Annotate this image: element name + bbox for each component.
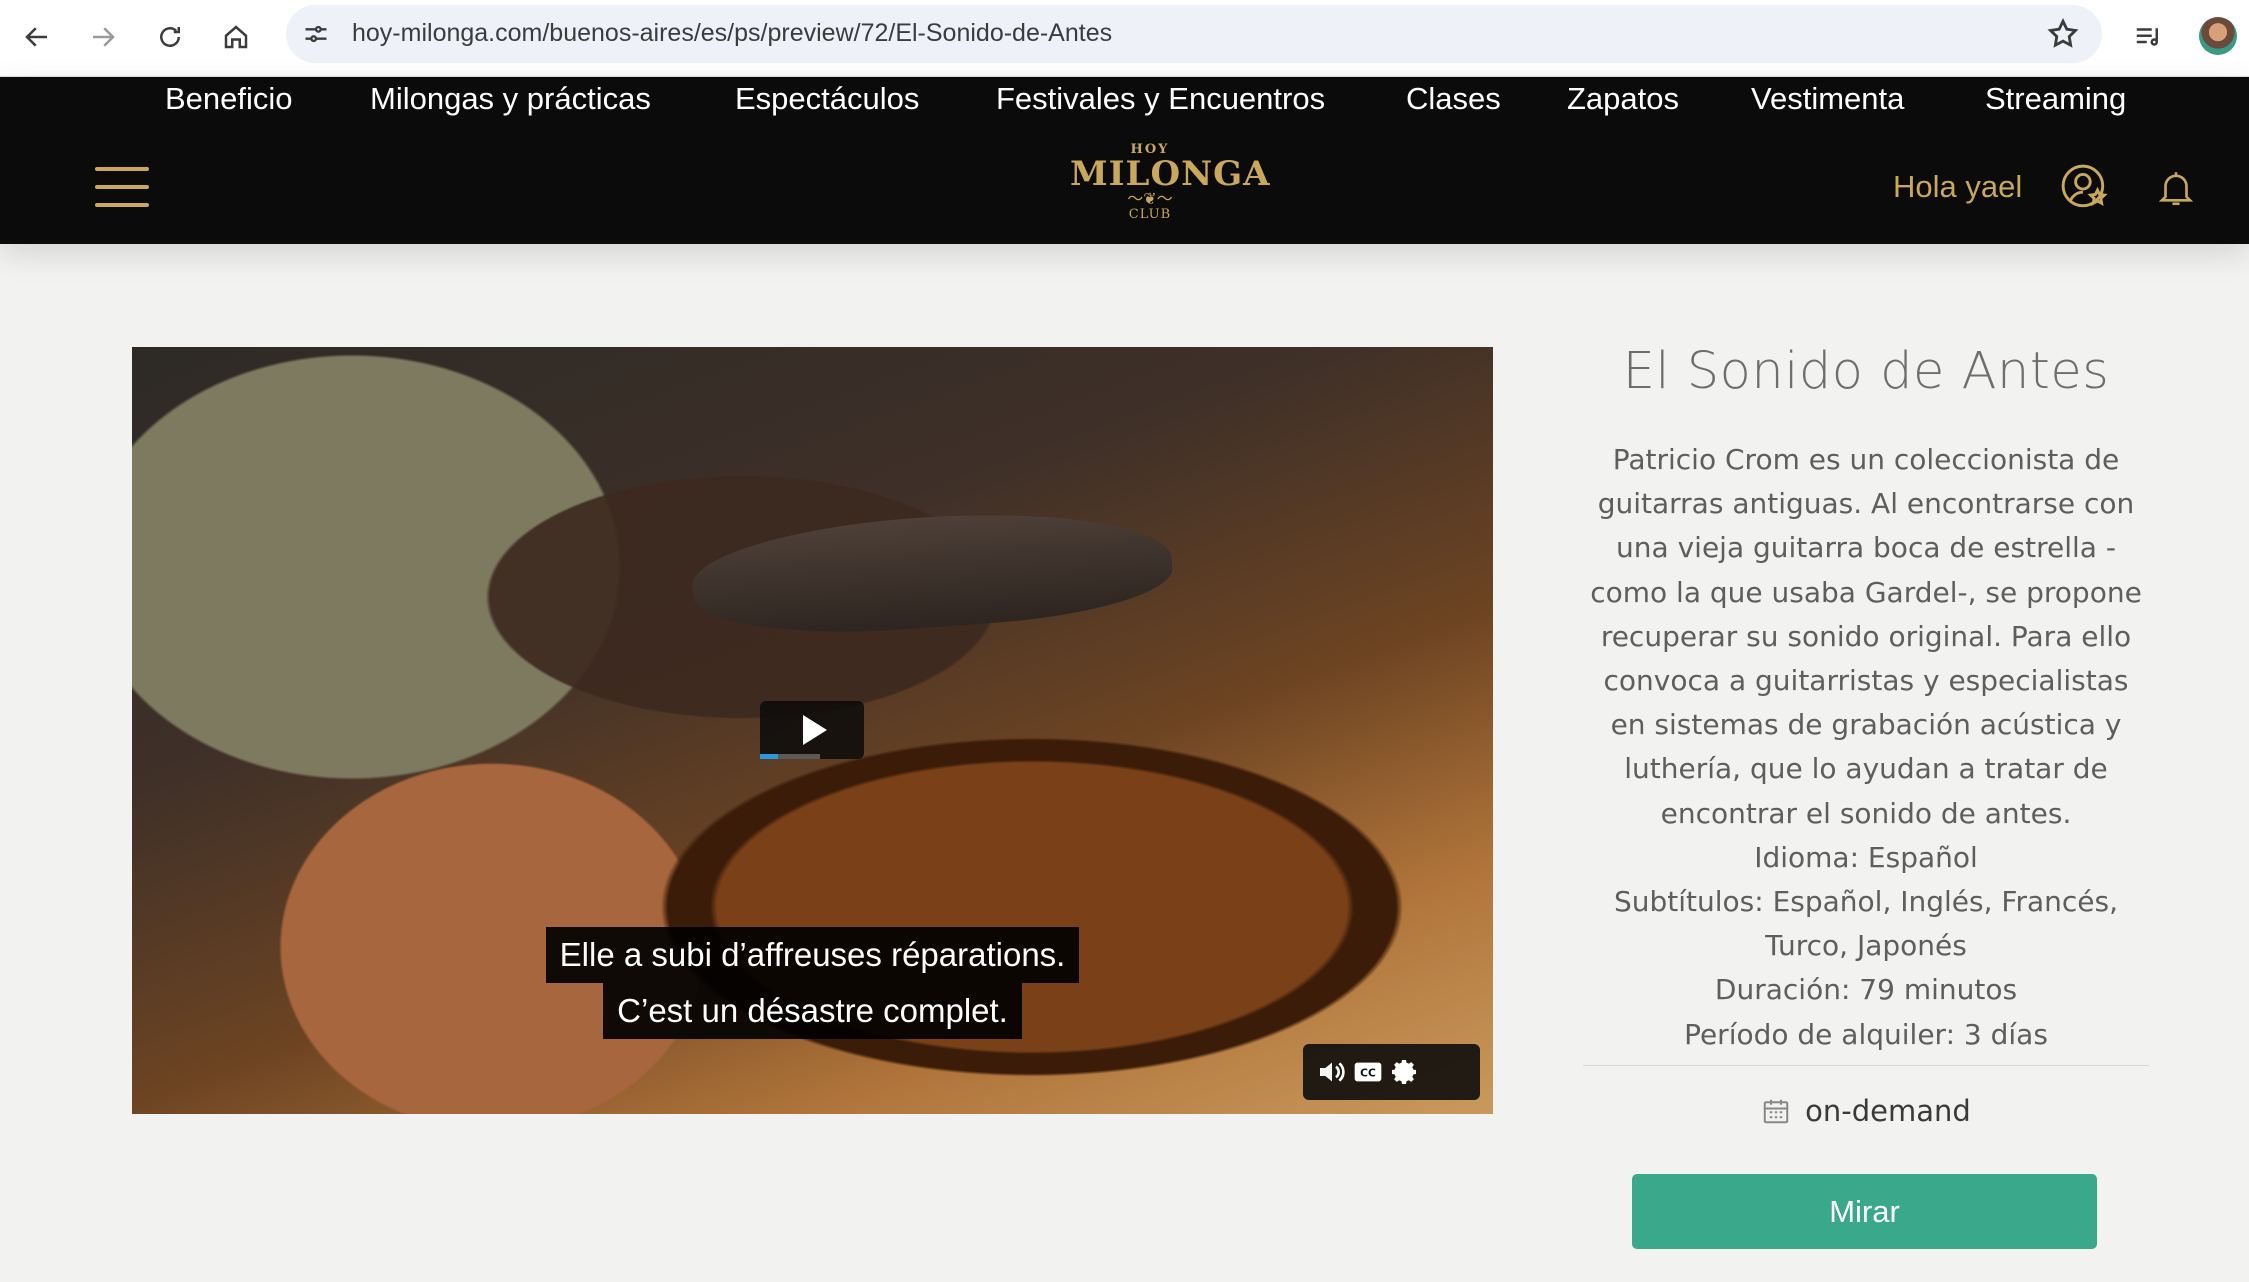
movie-rental-period: Período de alquiler: 3 días [1684, 1017, 2048, 1051]
forward-arrow-icon[interactable] [80, 14, 126, 60]
reload-icon[interactable] [147, 14, 193, 60]
video-progress-bar[interactable] [760, 754, 820, 759]
play-button[interactable] [760, 701, 864, 759]
availability-label: on-demand [1805, 1093, 1971, 1128]
bookmark-star-icon[interactable] [2046, 17, 2080, 51]
video-controls: CC [1303, 1044, 1480, 1100]
profile-avatar[interactable] [2199, 17, 2237, 55]
url-text: hoy-milonga.com/buenos-aires/es/ps/previ… [352, 19, 1113, 47]
divider [1583, 1064, 2149, 1066]
closed-captions-icon[interactable]: CC [1351, 1056, 1385, 1088]
site-logo[interactable]: HOY MILONGA 〜❦〜 CLUB [1070, 142, 1270, 238]
movie-title: El Sonido de Antes [1622, 342, 2110, 401]
volume-icon[interactable] [1315, 1056, 1349, 1088]
movie-description: Patricio Crom es un coleccionista de gui… [1590, 443, 2142, 830]
subtitle-line-1: Elle a subi d’affreuses réparations. [545, 927, 1080, 983]
site-header: Beneficio Milongas y prácticas Espectácu… [0, 77, 2249, 244]
address-bar[interactable]: hoy-milonga.com/buenos-aires/es/ps/previ… [286, 5, 2102, 63]
site-settings-icon[interactable] [300, 18, 332, 50]
subtitle-line-2: C’est un désastre complet. [603, 983, 1022, 1039]
movie-duration: Duración: 79 minutos [1714, 973, 2018, 1007]
movie-language: Idioma: Español [1754, 840, 1978, 874]
user-greeting: Hola yael [1893, 169, 2023, 204]
calendar-icon [1763, 1099, 1789, 1124]
play-icon [803, 715, 827, 745]
nav-streaming[interactable]: Streaming [1985, 81, 2126, 117]
back-arrow-icon[interactable] [14, 14, 60, 60]
nav-milongas[interactable]: Milongas y prácticas [370, 81, 651, 117]
settings-gear-icon[interactable] [1387, 1056, 1421, 1088]
main-nav: Beneficio Milongas y prácticas Espectácu… [0, 77, 2249, 137]
nav-festivales[interactable]: Festivales y Encuentros [996, 81, 1325, 117]
video-frame-guitar-top [688, 500, 1176, 644]
availability: on-demand [1583, 1094, 2149, 1128]
home-icon[interactable] [213, 14, 259, 60]
video-player[interactable]: Elle a subi d’affreuses réparations. C’e… [132, 347, 1493, 1114]
video-subtitles: Elle a subi d’affreuses réparations. C’e… [132, 927, 1493, 1039]
user-account-icon[interactable] [2060, 163, 2110, 213]
svg-text:CC: CC [1360, 1067, 1376, 1080]
nav-beneficio[interactable]: Beneficio [165, 81, 293, 117]
movie-info-panel: El Sonido de Antes Patricio Crom es un c… [1583, 340, 2149, 1249]
movie-details: Patricio Crom es un coleccionista de gui… [1583, 438, 2149, 1057]
nav-clases[interactable]: Clases [1406, 81, 1501, 117]
browser-toolbar: hoy-milonga.com/buenos-aires/es/ps/previ… [0, 0, 2249, 77]
notification-bell-icon[interactable] [2155, 167, 2197, 209]
movie-subtitles: Subtítulos: Español, Inglés, Francés, Tu… [1613, 885, 2119, 963]
hamburger-menu-icon[interactable] [95, 167, 149, 207]
nav-zapatos[interactable]: Zapatos [1567, 81, 1679, 117]
watch-button[interactable]: Mirar [1632, 1174, 2097, 1249]
video-progress-fill [760, 754, 778, 759]
nav-vestimenta[interactable]: Vestimenta [1751, 81, 1904, 117]
nav-espectaculos[interactable]: Espectáculos [735, 81, 919, 117]
media-queue-icon[interactable] [2125, 14, 2171, 60]
